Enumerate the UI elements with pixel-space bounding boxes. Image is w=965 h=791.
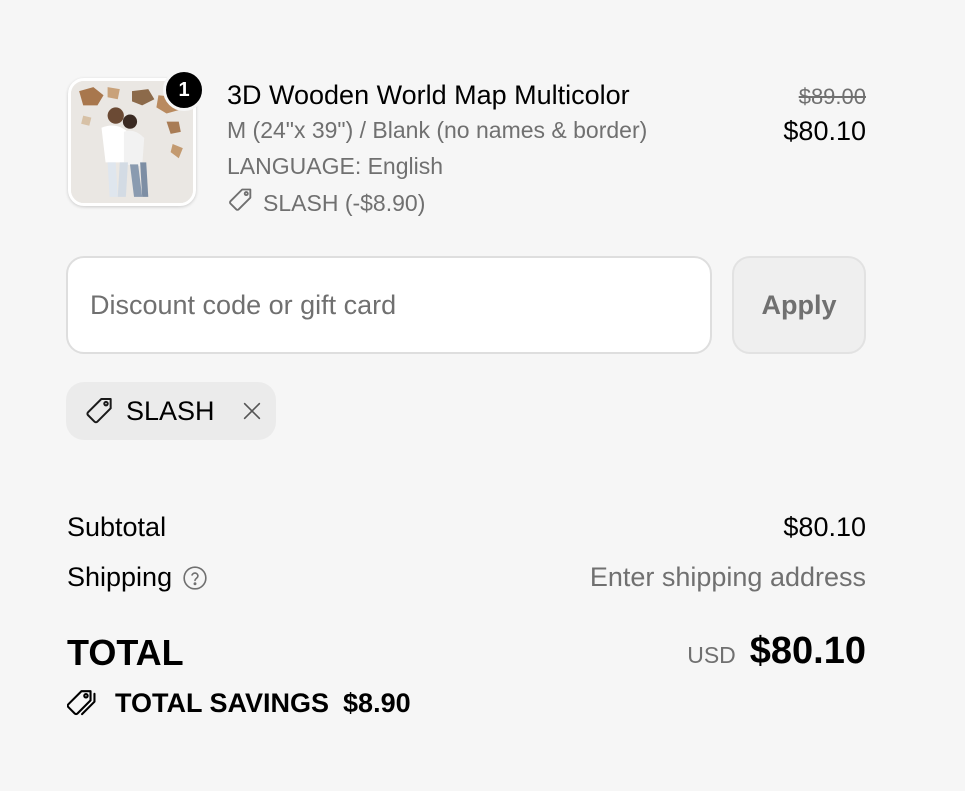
- total-label: TOTAL: [67, 632, 184, 673]
- product-title: 3D Wooden World Map Multicolor: [227, 80, 630, 110]
- total-savings: TOTAL SAVINGS $8.90: [67, 686, 411, 720]
- product-language: LANGUAGE: English: [227, 153, 444, 179]
- tag-icon: [227, 186, 255, 220]
- apply-button[interactable]: Apply: [732, 256, 866, 354]
- applied-discount-code: SLASH: [126, 395, 215, 426]
- tags-icon: [67, 690, 96, 716]
- tag-icon: [86, 398, 112, 424]
- shipping-value: Enter shipping address: [589, 562, 866, 592]
- subtotal-value: $80.10: [783, 512, 866, 542]
- currency-code: USD: [687, 642, 736, 668]
- remove-discount-button[interactable]: [239, 398, 265, 424]
- total-amount: USD $80.10: [687, 630, 866, 673]
- question-circle-icon[interactable]: [182, 565, 208, 591]
- total-savings-value: $8.90: [343, 687, 411, 718]
- shipping-row-label: Shipping: [67, 562, 208, 593]
- shipping-label: Shipping: [67, 562, 173, 592]
- close-icon: [243, 402, 260, 420]
- quantity-badge: 1: [163, 69, 205, 111]
- discounted-price: $80.10: [783, 116, 866, 146]
- applied-discount-chip: SLASH: [66, 382, 276, 440]
- order-summary: 1 3D Wooden World Map Multicolor M (24"x…: [0, 0, 965, 791]
- total-savings-label: TOTAL SAVINGS: [115, 687, 330, 718]
- product-variant: M (24"x 39") / Blank (no names & border): [227, 117, 648, 143]
- subtotal-label: Subtotal: [67, 512, 167, 542]
- total-value: $80.10: [749, 630, 866, 672]
- original-price: $89.00: [798, 84, 866, 109]
- discount-code-input[interactable]: [66, 256, 712, 354]
- product-discount-label: SLASH (-$8.90): [263, 189, 426, 216]
- product-discount: SLASH (-$8.90): [227, 186, 425, 220]
